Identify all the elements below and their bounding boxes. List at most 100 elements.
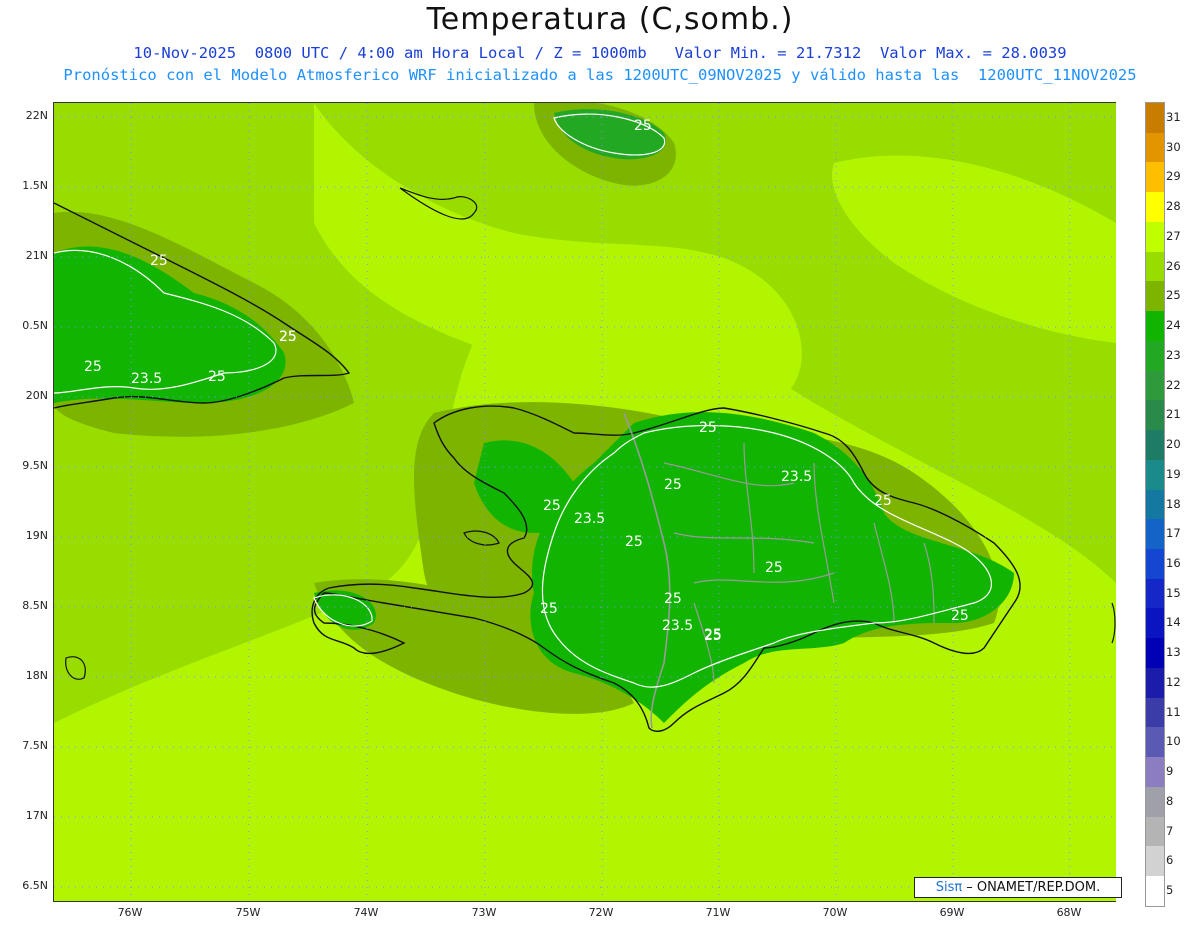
chart-title: Temperatura (C,somb.) bbox=[426, 2, 794, 37]
colorbar-segment bbox=[1146, 103, 1164, 133]
colorbar-label: 20 bbox=[1166, 437, 1181, 452]
contour-label: 25 bbox=[540, 601, 558, 617]
colorbar-label: 5 bbox=[1166, 883, 1174, 898]
colorbar-segment bbox=[1146, 608, 1164, 639]
colorbar-label: 17 bbox=[1166, 526, 1181, 541]
colorbar-label: 16 bbox=[1166, 555, 1181, 570]
colorbar-label: 14 bbox=[1166, 615, 1181, 630]
subtitle-model-info: Pronóstico con el Modelo Atmosferico WRF… bbox=[63, 66, 1137, 84]
colorbar-label: 22 bbox=[1166, 377, 1181, 392]
lon-label: 74W bbox=[353, 906, 379, 919]
colorbar-segment bbox=[1146, 549, 1164, 579]
colorbar-label: 21 bbox=[1166, 407, 1181, 422]
lat-label: 1.5N bbox=[22, 179, 48, 192]
colorbar-label: 31 bbox=[1166, 109, 1181, 124]
colorbar-segment bbox=[1146, 638, 1164, 668]
lon-label: 72W bbox=[588, 906, 614, 919]
lat-label: 22N bbox=[25, 109, 48, 122]
contour-label: 25 bbox=[208, 369, 226, 385]
colorbar-segment bbox=[1146, 132, 1164, 163]
contour-label: 25 bbox=[765, 560, 783, 576]
contour-label: 25 bbox=[704, 628, 722, 644]
colorbar-segment bbox=[1146, 430, 1164, 460]
contour-label: 23.5 bbox=[662, 618, 693, 634]
colorbar-label: 30 bbox=[1166, 139, 1181, 154]
contour-label: 25 bbox=[634, 118, 652, 134]
colorbar-label: 9 bbox=[1166, 764, 1174, 779]
colorbar-label: 13 bbox=[1166, 645, 1181, 660]
temperature-map: 25 25 25 25 23.5 25 25 25 25 25 23.5 25 … bbox=[53, 102, 1116, 902]
colorbar-label: 28 bbox=[1166, 199, 1181, 214]
lon-label: 68W bbox=[1056, 906, 1082, 919]
colorbar-label: 6 bbox=[1166, 853, 1174, 868]
lat-label: 8.5N bbox=[22, 599, 48, 612]
contour-label: 25 bbox=[664, 591, 682, 607]
contour-label: 25 bbox=[951, 608, 969, 624]
colorbar-label: 12 bbox=[1166, 674, 1181, 689]
credit-text: – ONAMET/REP.DOM. bbox=[966, 880, 1101, 895]
colorbar-segment bbox=[1146, 846, 1164, 877]
colorbar-label: 11 bbox=[1166, 704, 1181, 719]
colorbar-segment bbox=[1146, 786, 1164, 817]
lat-label: 7.5N bbox=[22, 739, 48, 752]
colorbar-segment bbox=[1146, 311, 1164, 341]
lat-label: 20N bbox=[25, 389, 48, 402]
map-svg: 25 25 25 25 23.5 25 25 25 25 25 23.5 25 … bbox=[54, 103, 1116, 901]
colorbar bbox=[1145, 102, 1165, 907]
lon-label: 76W bbox=[117, 906, 143, 919]
contour-label: 25 bbox=[150, 253, 168, 269]
colorbar-segment bbox=[1146, 221, 1164, 252]
colorbar-label: 18 bbox=[1166, 496, 1181, 511]
lat-label: 21N bbox=[25, 249, 48, 262]
colorbar-segment bbox=[1146, 697, 1164, 728]
lon-label: 75W bbox=[235, 906, 261, 919]
colorbar-label: 15 bbox=[1166, 585, 1181, 600]
colorbar-label: 29 bbox=[1166, 169, 1181, 184]
contour-label: 25 bbox=[279, 329, 297, 345]
colorbar-segment bbox=[1146, 459, 1164, 490]
lat-label: 18N bbox=[25, 669, 48, 682]
lon-label: 71W bbox=[705, 906, 731, 919]
contour-label: 25 bbox=[625, 534, 643, 550]
colorbar-segment bbox=[1146, 281, 1164, 312]
colorbar-segment bbox=[1146, 192, 1164, 222]
colorbar-segment bbox=[1146, 578, 1164, 609]
colorbar-segment bbox=[1146, 876, 1164, 906]
lon-label: 70W bbox=[822, 906, 848, 919]
lat-label: 19N bbox=[25, 529, 48, 542]
colorbar-label: 7 bbox=[1166, 823, 1174, 838]
colorbar-label: 19 bbox=[1166, 466, 1181, 481]
brand-logo: Sisπ bbox=[935, 880, 963, 895]
colorbar-segment bbox=[1146, 489, 1164, 520]
lat-label: 0.5N bbox=[22, 319, 48, 332]
colorbar-segment bbox=[1146, 400, 1164, 431]
colorbar-segment bbox=[1146, 251, 1164, 282]
contour-label: 25 bbox=[84, 359, 102, 375]
lat-label: 9.5N bbox=[22, 459, 48, 472]
contour-label: 25 bbox=[543, 498, 561, 514]
lat-label: 6.5N bbox=[22, 879, 48, 892]
lon-label: 69W bbox=[939, 906, 965, 919]
contour-label: 23.5 bbox=[781, 469, 812, 485]
colorbar-label: 27 bbox=[1166, 228, 1181, 243]
colorbar-segment bbox=[1146, 162, 1164, 193]
contour-label: 23.5 bbox=[131, 371, 162, 387]
colorbar-label: 8 bbox=[1166, 793, 1174, 808]
colorbar-segment bbox=[1146, 370, 1164, 401]
lat-label: 17N bbox=[25, 809, 48, 822]
colorbar-segment bbox=[1146, 816, 1164, 847]
contour-label: 25 bbox=[874, 493, 892, 509]
colorbar-label: 24 bbox=[1166, 318, 1181, 333]
colorbar-label: 23 bbox=[1166, 347, 1181, 362]
contour-label: 23.5 bbox=[574, 511, 605, 527]
contour-label: 25 bbox=[664, 477, 682, 493]
colorbar-segment bbox=[1146, 340, 1164, 371]
lon-label: 73W bbox=[471, 906, 497, 919]
colorbar-label: 25 bbox=[1166, 288, 1181, 303]
colorbar-segment bbox=[1146, 757, 1164, 787]
colorbar-segment bbox=[1146, 667, 1164, 698]
contour-label: 25 bbox=[699, 420, 717, 436]
colorbar-label: 26 bbox=[1166, 258, 1181, 273]
colorbar-segment bbox=[1146, 727, 1164, 758]
credit-box: Sisπ – ONAMET/REP.DOM. bbox=[914, 877, 1122, 898]
